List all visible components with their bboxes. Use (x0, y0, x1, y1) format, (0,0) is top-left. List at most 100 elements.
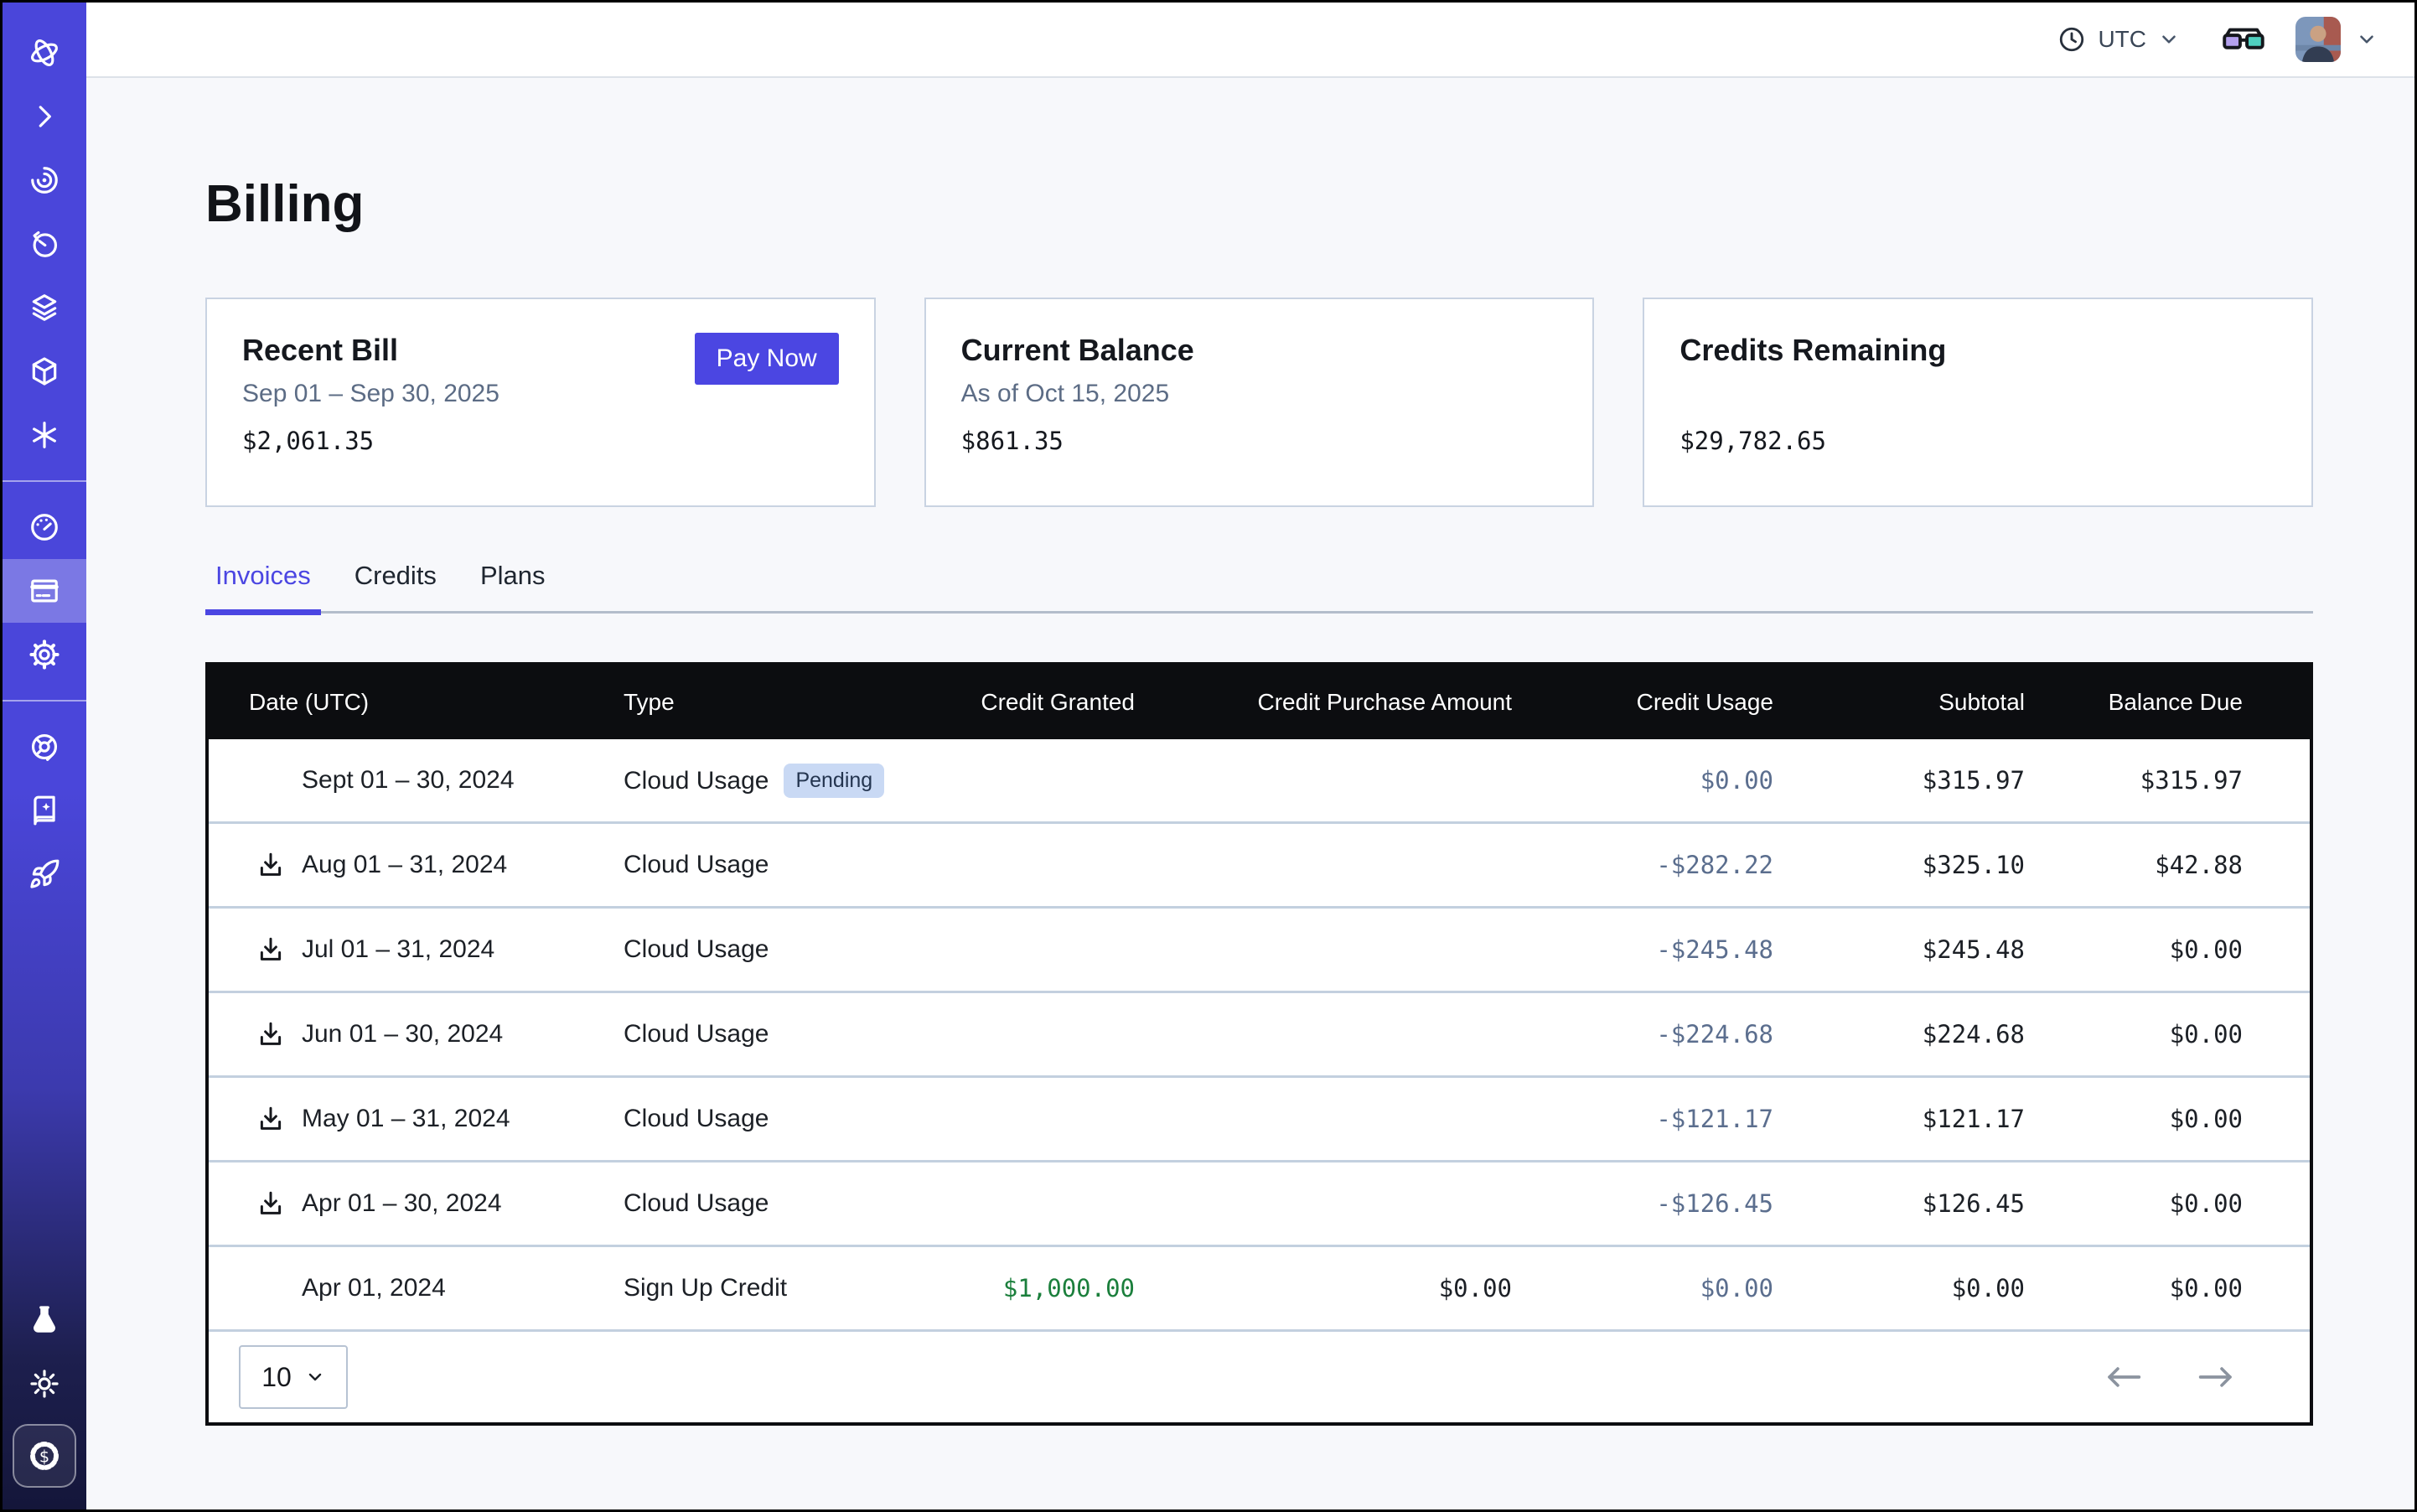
billing-card-icon (28, 575, 60, 607)
sidebar-expand-button[interactable] (3, 85, 86, 148)
subtotal-value: $325.10 (1774, 823, 2026, 908)
sidebar-item-support[interactable] (3, 715, 86, 779)
topbar: UTC (86, 3, 2414, 78)
observe-eye-icon (28, 164, 60, 196)
recent-bill-amount: $2,061.35 (242, 427, 839, 455)
timezone-selector[interactable]: UTC (2057, 25, 2180, 54)
app-logo[interactable] (3, 21, 86, 85)
pay-now-button[interactable]: Pay Now (695, 333, 839, 385)
card-title: Credits Remaining (1679, 333, 2276, 368)
download-invoice-button[interactable] (256, 935, 285, 964)
col-header-date: Date (UTC) (209, 665, 623, 739)
status-badge: Pending (784, 764, 884, 798)
sidebar-item-observe[interactable] (3, 148, 86, 212)
svg-text:$: $ (39, 1447, 49, 1466)
sidebar-item-settings[interactable] (3, 623, 86, 686)
credits-remaining-card: Credits Remaining $29,782.65 (1643, 298, 2313, 507)
flask-icon (28, 1304, 60, 1336)
credit-usage-value: $0.00 (1513, 739, 1774, 823)
chevron-down-icon (2356, 28, 2378, 50)
sidebar-divider (3, 700, 86, 702)
credit-granted-value (924, 992, 1136, 1077)
chevron-down-icon (305, 1367, 325, 1387)
sidebar-item-getting-started[interactable] (3, 842, 86, 906)
credit-purchase-amount-value: $0.00 (1136, 1246, 1513, 1330)
col-header-subtotal: Subtotal (1774, 665, 2026, 739)
tab-invoices[interactable]: Invoices (205, 561, 321, 615)
balance-as-of: As of Oct 15, 2025 (961, 380, 1558, 410)
app-window: $ UTC (0, 0, 2417, 1512)
dollar-badge-icon: $ (27, 1438, 62, 1473)
tab-plans[interactable]: Plans (470, 561, 556, 615)
theme-toggle[interactable] (3, 1352, 86, 1416)
sidebar-item-functions[interactable] (3, 403, 86, 467)
credit-granted-value: $1,000.00 (924, 1246, 1136, 1330)
invoice-type: Cloud Usage (624, 1020, 769, 1048)
download-invoice-button[interactable] (256, 1020, 285, 1049)
download-invoice-button[interactable] (256, 1189, 285, 1218)
sidebar-item-labs[interactable] (3, 1288, 86, 1352)
sidebar-item-billing[interactable] (3, 559, 86, 623)
invoice-type: Cloud Usage (624, 935, 769, 963)
table-row: Jul 01 – 31, 2024 Cloud Usage -$245.48 $… (209, 908, 2310, 992)
credits-button[interactable]: $ (13, 1424, 76, 1488)
invoice-type: Cloud Usage (624, 1105, 769, 1132)
sidebar: $ (3, 3, 86, 1509)
previous-page-arrow-icon[interactable] (2104, 1363, 2144, 1391)
next-page-arrow-icon[interactable] (2196, 1363, 2236, 1391)
invoices-table: Date (UTC) Type Credit Granted Credit Pu… (209, 665, 2310, 1329)
credit-granted-value (924, 739, 1136, 823)
page-size-select[interactable]: 10 (239, 1345, 348, 1409)
settings-gear-icon (28, 639, 60, 671)
invoice-date: Apr 01 – 30, 2024 (302, 1189, 502, 1218)
timer-icon (28, 228, 60, 260)
balance-due-value: $0.00 (2026, 992, 2310, 1077)
subtotal-value: $315.97 (1774, 739, 2026, 823)
sidebar-item-packages[interactable] (3, 339, 86, 403)
tab-credits[interactable]: Credits (344, 561, 447, 615)
sidebar-item-docs[interactable] (3, 779, 86, 842)
sidebar-item-history[interactable] (3, 212, 86, 276)
sidebar-item-layers[interactable] (3, 276, 86, 339)
credit-granted-value (924, 1077, 1136, 1162)
subtotal-value: $126.45 (1774, 1162, 2026, 1246)
table-row: Apr 01 – 30, 2024 Cloud Usage -$126.45 $… (209, 1162, 2310, 1246)
credit-granted-value (924, 823, 1136, 908)
current-balance-card: Current Balance As of Oct 15, 2025 $861.… (924, 298, 1595, 507)
col-header-credit-granted: Credit Granted (924, 665, 1136, 739)
download-icon (256, 851, 285, 879)
chevron-right-icon (28, 101, 60, 132)
col-header-credit-usage: Credit Usage (1513, 665, 1774, 739)
credit-granted-value (924, 908, 1136, 992)
page-size-value: 10 (261, 1362, 292, 1393)
timezone-label: UTC (2098, 26, 2146, 53)
view-mode-button[interactable] (2222, 25, 2265, 54)
subtotal-value: $245.48 (1774, 908, 2026, 992)
col-header-type: Type (623, 665, 924, 739)
credit-usage-value: -$245.48 (1513, 908, 1774, 992)
download-invoice-button[interactable] (256, 1105, 285, 1133)
chevron-down-icon (2158, 28, 2180, 50)
page-title: Billing (205, 179, 2414, 230)
gauge-icon (28, 511, 60, 543)
tabs-list: Invoices Credits Plans (205, 561, 2313, 614)
credit-purchase-amount-value (1136, 823, 1513, 908)
col-header-credit-purchase-amount: Credit Purchase Amount (1136, 665, 1513, 739)
account-menu[interactable] (2295, 17, 2378, 62)
sidebar-item-usage[interactable] (3, 495, 86, 559)
table-row: Jun 01 – 30, 2024 Cloud Usage -$224.68 $… (209, 992, 2310, 1077)
invoice-type: Sign Up Credit (624, 1274, 787, 1302)
col-header-balance-due: Balance Due (2026, 665, 2310, 739)
download-icon (256, 935, 285, 964)
balance-due-value: $0.00 (2026, 1246, 2310, 1330)
asterisk-icon (28, 419, 60, 451)
credit-usage-value: $0.00 (1513, 1246, 1774, 1330)
invoice-type: Cloud Usage (624, 851, 769, 878)
table-row: May 01 – 31, 2024 Cloud Usage -$121.17 $… (209, 1077, 2310, 1162)
table-row: Sept 01 – 30, 2024 Cloud UsagePending $0… (209, 739, 2310, 823)
table-row: Aug 01 – 31, 2024 Cloud Usage -$282.22 $… (209, 823, 2310, 908)
invoice-date: Sept 01 – 30, 2024 (302, 766, 515, 795)
summary-cards: Recent Bill Sep 01 – Sep 30, 2025 $2,061… (205, 298, 2313, 507)
credit-purchase-amount-value (1136, 1077, 1513, 1162)
download-invoice-button[interactable] (256, 851, 285, 879)
